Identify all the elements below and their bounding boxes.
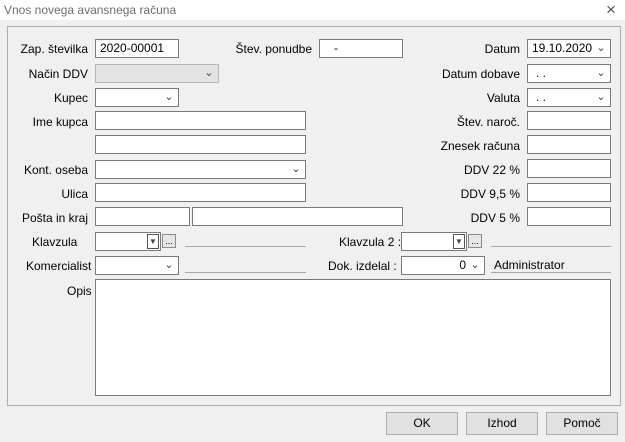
nacin-ddv-label: Način DDV (28, 67, 88, 81)
kupec-label: Kupec (53, 91, 88, 105)
komercialist-text (185, 272, 306, 273)
opis-textarea[interactable] (95, 279, 611, 396)
chevron-down-icon[interactable]: ⌄ (163, 257, 175, 274)
ime-kupca-field[interactable] (95, 111, 306, 130)
window-title: Vnos novega avansnega računa (4, 3, 177, 17)
dok-izdelal-underline (491, 272, 611, 273)
izhod-button[interactable]: Izhod (466, 412, 538, 435)
klavzula-label: Klavzula (32, 235, 78, 249)
komercialist-label: Komercialist (26, 259, 92, 273)
ulica-field[interactable] (95, 183, 306, 202)
pomoc-button[interactable]: Pomoč (546, 412, 618, 435)
opis-label: Opis (67, 284, 92, 298)
klavzula2-text (491, 246, 611, 247)
valuta-value: . . (536, 90, 547, 104)
ddv5-label: DDV 5 % (470, 211, 520, 225)
stev-ponudbe-label: Štev. ponudbe (235, 42, 312, 56)
valuta-picker[interactable]: . . ⌄ (527, 88, 611, 107)
title-bar: Vnos novega avansnega računa × (0, 0, 625, 20)
klavzula2-label: Klavzula 2 : (339, 235, 402, 249)
chevron-down-icon[interactable]: ⌄ (203, 65, 215, 82)
chevron-down-icon[interactable]: ▼ (453, 234, 465, 249)
chevron-down-icon[interactable]: ⌄ (595, 89, 607, 106)
dok-izdelal-label: Dok. izdelal : (328, 259, 397, 273)
ulica-label: Ulica (61, 187, 88, 201)
dialog-window: Vnos novega avansnega računa × Zap. štev… (0, 0, 625, 442)
kraj-field[interactable] (192, 207, 403, 226)
stev-naroc-field[interactable] (527, 111, 611, 130)
stev-ponudbe-field[interactable]: - (319, 39, 403, 58)
ok-button[interactable]: OK (386, 412, 458, 435)
klavzula-browse-button[interactable]: ... (162, 234, 176, 248)
klavzula-text (185, 246, 306, 247)
klavzula2-browse-button[interactable]: ... (468, 234, 482, 248)
ddv22-field[interactable] (527, 159, 611, 178)
chevron-down-icon[interactable]: ⌄ (595, 65, 607, 82)
kont-oseba-label: Kont. oseba (23, 163, 88, 177)
ddv22-label: DDV 22 % (463, 163, 520, 177)
znesek-racuna-field[interactable] (527, 135, 611, 154)
datum-value: 19.10.2020 (532, 41, 593, 55)
znesek-racuna-label: Znesek računa (440, 139, 520, 153)
chevron-down-icon[interactable]: ⌄ (469, 257, 481, 274)
stev-naroc-label: Štev. naroč. (456, 115, 520, 129)
nacin-ddv-select[interactable]: ⌄ (95, 64, 219, 83)
klavzula2-select[interactable]: ▼ (401, 232, 467, 251)
dok-izdelal-select[interactable]: 0 ⌄ (401, 256, 485, 275)
kupec-select[interactable]: ⌄ (95, 88, 179, 107)
chevron-down-icon[interactable]: ▼ (147, 234, 159, 249)
dok-izdelal-value: 0 (459, 258, 466, 272)
dok-izdelal-name: Administrator (494, 258, 565, 272)
chevron-down-icon[interactable]: ⌄ (595, 40, 607, 57)
ddv95-label: DDV 9,5 % (460, 187, 520, 201)
chevron-down-icon[interactable]: ⌄ (163, 89, 175, 106)
kont-oseba-select[interactable]: ⌄ (95, 160, 306, 179)
close-icon[interactable]: × (603, 0, 619, 20)
zap-stevilka-field[interactable]: 2020-00001 (95, 39, 179, 58)
ime-kupca-label: Ime kupca (32, 115, 88, 129)
ddv95-field[interactable] (527, 183, 611, 202)
datum-picker[interactable]: 19.10.2020 ⌄ (527, 39, 611, 58)
posta-field[interactable] (95, 207, 190, 226)
datum-dobave-value: . . (536, 66, 547, 80)
chevron-down-icon[interactable]: ⌄ (290, 161, 302, 178)
komercialist-select[interactable]: ⌄ (95, 256, 179, 275)
valuta-label: Valuta (486, 91, 520, 105)
datum-label: Datum (484, 42, 520, 56)
ddv5-field[interactable] (527, 207, 611, 226)
zap-stevilka-label: Zap. številka (20, 42, 88, 56)
datum-dobave-label: Datum dobave (441, 67, 520, 81)
datum-dobave-picker[interactable]: . . ⌄ (527, 64, 611, 83)
posta-in-kraj-label: Pošta in kraj (21, 211, 88, 225)
klavzula-select[interactable]: ▼ (95, 232, 161, 251)
ime-kupca-field-2[interactable] (95, 135, 306, 154)
